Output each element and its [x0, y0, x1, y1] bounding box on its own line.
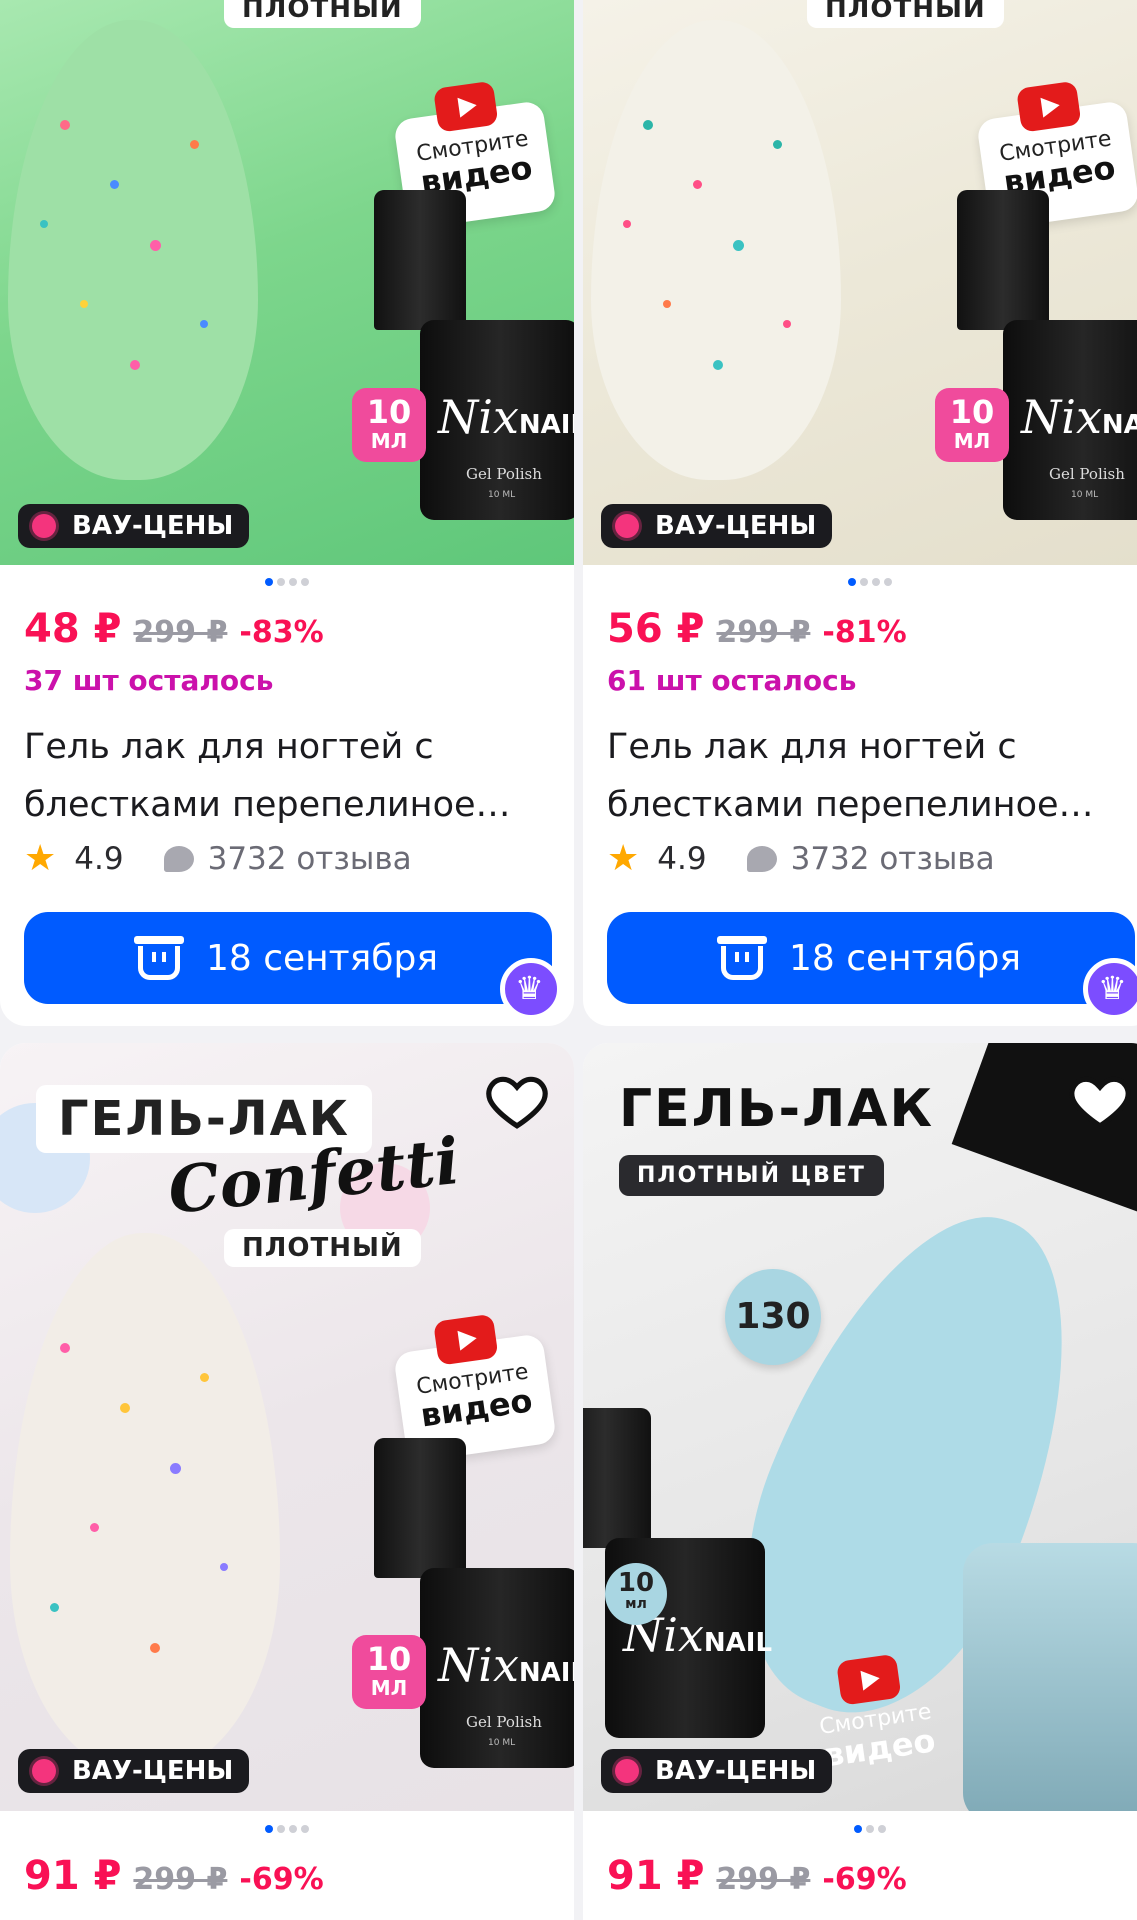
image-pager — [583, 1825, 1137, 1833]
review-bubble-icon — [746, 845, 777, 872]
price: 91 ₽ — [607, 1853, 705, 1899]
image-pager — [583, 578, 1137, 586]
price-row: 48 ₽ 299 ₽ -83% — [24, 606, 324, 652]
burst-icon — [615, 1759, 639, 1783]
shade-number: 130 — [725, 1269, 821, 1365]
review-bubble-icon — [163, 845, 194, 872]
product-card[interactable]: ГЕЛЬ-ЛАК ПЛОТНЫЙ ЦВЕТ 130 NixNAIL 10 мл … — [583, 1043, 1137, 1920]
burst-icon — [32, 514, 56, 538]
heart-icon[interactable] — [486, 1071, 548, 1143]
price: 91 ₽ — [24, 1853, 122, 1899]
add-to-cart-button[interactable]: 18 сентября — [607, 912, 1135, 1004]
youtube-play-icon — [433, 1313, 499, 1366]
polish-jar-image — [963, 1543, 1137, 1811]
product-photo[interactable]: ГЕЛЬ-ЛАК Confetti ПЛОТНЫЙ Смотрите видео… — [0, 1043, 574, 1811]
product-card[interactable]: ПЛОТНЫЙ Смотрите видео NixNAI Gel Polish… — [583, 0, 1137, 1026]
product-grid: ПЛОТНЫЙ Смотрите видео NixNAIL Gel Polis… — [0, 0, 1137, 1920]
promo-badge: ВАУ-ЦЕНЫ — [601, 1749, 833, 1793]
density-tag: ПЛОТНЫЙ — [807, 0, 1004, 28]
price: 56 ₽ — [607, 606, 705, 652]
price-row: 91 ₽ 299 ₽ -69% — [24, 1853, 324, 1899]
burst-icon — [615, 514, 639, 538]
crown-icon — [1083, 958, 1137, 1020]
price: 48 ₽ — [24, 606, 122, 652]
promo-badge: ВАУ-ЦЕНЫ — [601, 504, 833, 548]
discount: -83% — [239, 615, 324, 650]
discount: -69% — [822, 1862, 907, 1897]
basket-icon — [716, 936, 767, 980]
rating-value: 4.9 — [657, 840, 707, 877]
discount: -81% — [822, 615, 907, 650]
add-to-cart-button[interactable]: 18 сентября — [24, 912, 552, 1004]
old-price: 299 ₽ — [716, 1862, 811, 1897]
reviews-count: 3732 отзыва — [790, 840, 995, 877]
youtube-play-icon — [433, 80, 499, 133]
nail-image — [8, 20, 258, 480]
density-tag: ПЛОТНЫЙ — [224, 1229, 421, 1267]
density-tag: ПЛОТНЫЙ — [224, 0, 421, 28]
volume-badge: 10 МЛ — [352, 1635, 426, 1709]
reviews-count: 3732 отзыва — [207, 840, 412, 877]
product-photo[interactable]: ПЛОТНЫЙ Смотрите видео NixNAI Gel Polish… — [583, 0, 1137, 565]
product-photo[interactable]: ПЛОТНЫЙ Смотрите видео NixNAIL Gel Polis… — [0, 0, 574, 565]
discount: -69% — [239, 1862, 324, 1897]
headline: ГЕЛЬ-ЛАК — [619, 1079, 934, 1139]
volume-badge: 10 МЛ — [352, 388, 426, 462]
rating-value: 4.9 — [74, 840, 124, 877]
stock-left: 61 шт осталось — [607, 664, 857, 697]
promo-badge: ВАУ-ЦЕНЫ — [18, 504, 250, 548]
density-chip: ПЛОТНЫЙ ЦВЕТ — [619, 1155, 884, 1196]
rating-row: ★ 4.9 3732 отзыва — [607, 838, 995, 879]
delivery-date: 18 сентября — [205, 937, 439, 979]
youtube-play-icon — [1016, 80, 1082, 133]
promo-badge: ВАУ-ЦЕНЫ — [18, 1749, 250, 1793]
image-pager — [0, 578, 574, 586]
star-icon: ★ — [607, 838, 640, 879]
basket-icon — [133, 936, 184, 980]
burst-icon — [32, 1759, 56, 1783]
nail-image — [591, 20, 841, 480]
image-pager — [0, 1825, 574, 1833]
heart-icon[interactable] — [1069, 1071, 1131, 1143]
product-card[interactable]: ГЕЛЬ-ЛАК Confetti ПЛОТНЫЙ Смотрите видео… — [0, 1043, 574, 1920]
product-title[interactable]: Гель лак для ногтей с блестками перепели… — [24, 718, 544, 834]
product-photo[interactable]: ГЕЛЬ-ЛАК ПЛОТНЫЙ ЦВЕТ 130 NixNAIL 10 мл … — [583, 1043, 1137, 1811]
star-icon: ★ — [24, 838, 57, 879]
product-card[interactable]: ПЛОТНЫЙ Смотрите видео NixNAIL Gel Polis… — [0, 0, 574, 1026]
rating-row: ★ 4.9 3732 отзыва — [24, 838, 412, 879]
price-row: 91 ₽ 299 ₽ -69% — [607, 1853, 907, 1899]
old-price: 299 ₽ — [133, 1862, 228, 1897]
volume-badge: 10 мл — [605, 1563, 667, 1625]
stock-left: 37 шт осталось — [24, 664, 274, 697]
nail-image — [10, 1233, 280, 1773]
price-row: 56 ₽ 299 ₽ -81% — [607, 606, 907, 652]
delivery-date: 18 сентября — [788, 937, 1022, 979]
youtube-play-icon — [836, 1653, 902, 1706]
crown-icon — [500, 958, 562, 1020]
volume-badge: 10 МЛ — [935, 388, 1009, 462]
product-title[interactable]: Гель лак для ногтей с блестками перепели… — [607, 718, 1127, 834]
old-price: 299 ₽ — [133, 615, 228, 650]
old-price: 299 ₽ — [716, 615, 811, 650]
